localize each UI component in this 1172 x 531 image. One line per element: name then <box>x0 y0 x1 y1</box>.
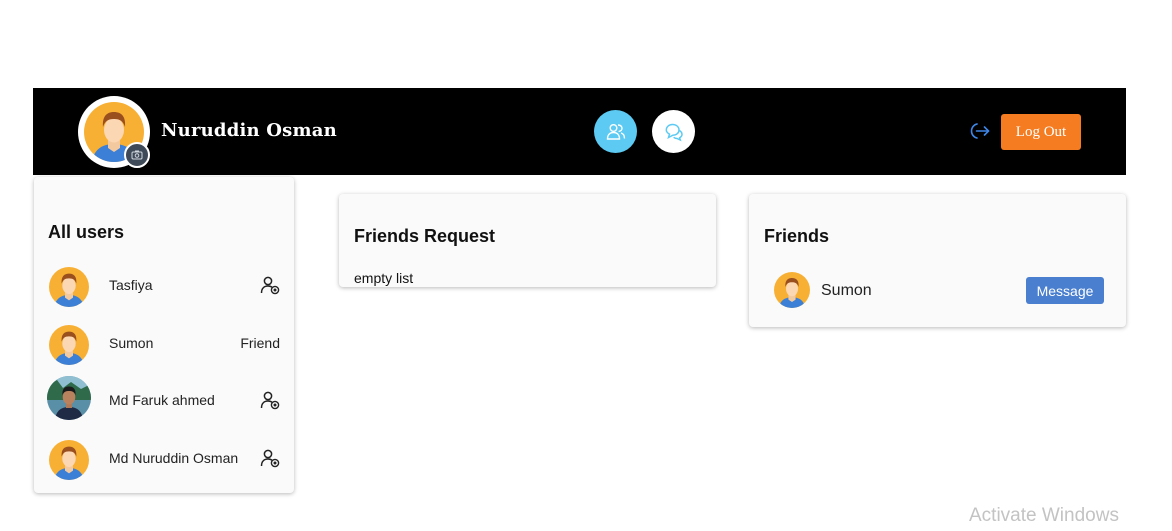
friend-row: Sumon Message <box>749 272 1126 312</box>
add-friend-icon[interactable] <box>260 448 280 468</box>
user-name: Sumon <box>109 335 154 351</box>
friends-title: Friends <box>764 226 830 246</box>
activate-windows-watermark: Activate Windows <box>969 505 1119 526</box>
user-row: Md Faruk ahmed <box>34 376 294 424</box>
logout-arrow-icon[interactable] <box>969 120 991 142</box>
add-friend-icon[interactable] <box>260 390 280 410</box>
profile-name: Nuruddin Osman <box>161 120 337 141</box>
friend-requests-panel: Friends Request empty list <box>339 194 716 287</box>
friends-panel: Friends Sumon Message <box>749 194 1126 327</box>
chat-nav-button[interactable] <box>652 110 695 153</box>
logout-button[interactable]: Log Out <box>1001 114 1081 150</box>
friend-status-label: Friend <box>240 335 280 351</box>
empty-list-text: empty list <box>354 270 414 286</box>
user-row: Sumon Friend <box>34 319 294 367</box>
user-row: Tasfiya <box>34 261 294 309</box>
user-name: Md Nuruddin Osman <box>109 450 239 466</box>
users-icon <box>606 123 625 140</box>
default-avatar-icon <box>49 267 89 307</box>
message-button[interactable]: Message <box>1026 277 1104 304</box>
default-avatar-icon <box>49 440 89 480</box>
friends-nav-button[interactable] <box>594 110 637 153</box>
default-avatar-icon <box>774 272 810 308</box>
user-name: Md Faruk ahmed <box>109 392 215 408</box>
add-friend-icon[interactable] <box>260 275 280 295</box>
friend-name: Sumon <box>821 282 872 299</box>
all-users-title: All users <box>48 222 125 242</box>
user-name: Tasfiya <box>109 277 153 293</box>
camera-icon[interactable] <box>124 142 150 168</box>
friend-requests-title: Friends Request <box>354 226 496 246</box>
user-row: Md Nuruddin Osman <box>34 434 294 482</box>
photo-avatar <box>47 376 91 420</box>
all-users-panel: All users Tasfiya Sumon Friend Md Faruk <box>34 177 294 493</box>
default-avatar-icon <box>49 325 89 365</box>
chat-bubbles-icon <box>665 123 683 141</box>
top-navbar: Nuruddin Osman Log Out <box>33 88 1126 175</box>
